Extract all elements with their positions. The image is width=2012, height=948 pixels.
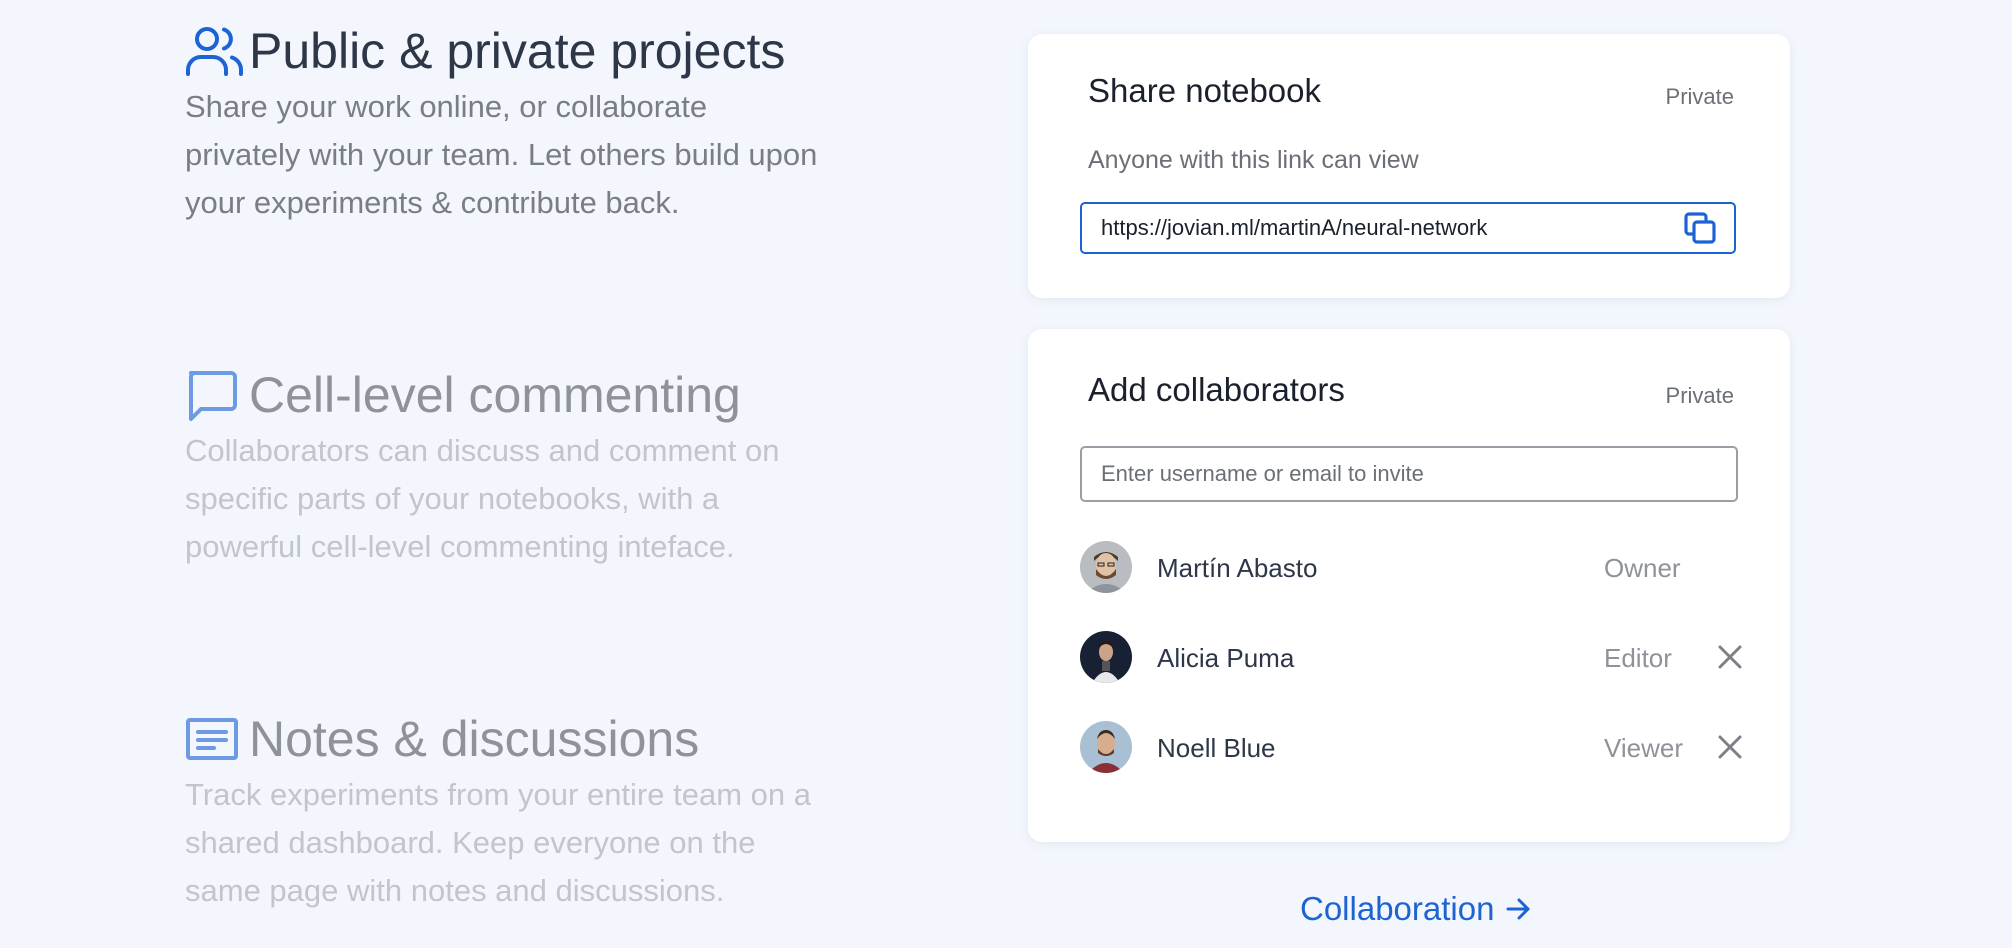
feature-header: Public & private projects — [185, 21, 825, 81]
copy-icon — [1684, 212, 1716, 244]
collaborator-row: Noell Blue Viewer — [1080, 721, 1760, 773]
collaboration-link[interactable]: Collaboration — [1300, 890, 1532, 928]
collaborator-role: Owner — [1604, 553, 1681, 583]
users-icon — [185, 21, 245, 81]
feature-description: Track experiments from your entire team … — [185, 777, 811, 908]
avatar — [1080, 631, 1132, 683]
feature-public-private: Public & private projects Share your wor… — [185, 21, 825, 227]
feature-title: Cell-level commenting — [249, 367, 741, 423]
feature-title: Notes & discussions — [249, 711, 700, 767]
arrow-right-icon — [1506, 898, 1530, 920]
close-icon — [1718, 645, 1742, 669]
collaborator-name: Noell Blue — [1157, 733, 1276, 763]
collaborator-name: Alicia Puma — [1157, 643, 1295, 673]
remove-collaborator-button[interactable] — [1714, 641, 1746, 673]
feature-title: Public & private projects — [249, 23, 786, 79]
remove-collaborator-button[interactable] — [1714, 731, 1746, 763]
avatar — [1080, 541, 1132, 593]
privacy-badge: Private — [1665, 383, 1734, 408]
feature-header: Notes & discussions — [185, 709, 825, 769]
feature-notes-discussions: Notes & discussions Track experiments fr… — [185, 709, 825, 915]
comment-icon — [185, 365, 245, 425]
feature-cell-commenting: Cell-level commenting Collaborators can … — [185, 365, 825, 571]
copy-link-button[interactable] — [1680, 208, 1720, 248]
notes-icon — [185, 709, 245, 769]
share-link-text[interactable]: https://jovian.ml/martinA/neural-network — [1101, 215, 1680, 241]
collab-card-title: Add collaborators — [1088, 371, 1345, 408]
feature-header: Cell-level commenting — [185, 365, 825, 425]
close-icon — [1718, 735, 1742, 759]
share-caption: Anyone with this link can view — [1088, 146, 1419, 174]
feature-description: Collaborators can discuss and comment on… — [185, 433, 780, 564]
privacy-badge: Private — [1665, 84, 1734, 109]
collaboration-link-label[interactable]: Collaboration — [1300, 890, 1494, 928]
share-card-title: Share notebook — [1088, 72, 1322, 109]
collaborator-name: Martín Abasto — [1157, 553, 1318, 583]
collaborator-role[interactable]: Viewer — [1604, 733, 1683, 764]
share-link-field[interactable]: https://jovian.ml/martinA/neural-network — [1080, 202, 1736, 254]
collaborator-row: Alicia Puma Editor — [1080, 631, 1760, 683]
collaborator-row: Martín Abasto Owner — [1080, 541, 1760, 593]
feature-description: Share your work online, or collaborate p… — [185, 89, 818, 220]
invite-input[interactable] — [1080, 446, 1738, 502]
avatar — [1080, 721, 1132, 773]
share-notebook-card: Share notebook Private Anyone with this … — [1028, 34, 1790, 298]
collaborator-role[interactable]: Editor — [1604, 643, 1672, 674]
add-collaborators-card: Add collaborators Private Martín Abasto … — [1028, 329, 1790, 842]
